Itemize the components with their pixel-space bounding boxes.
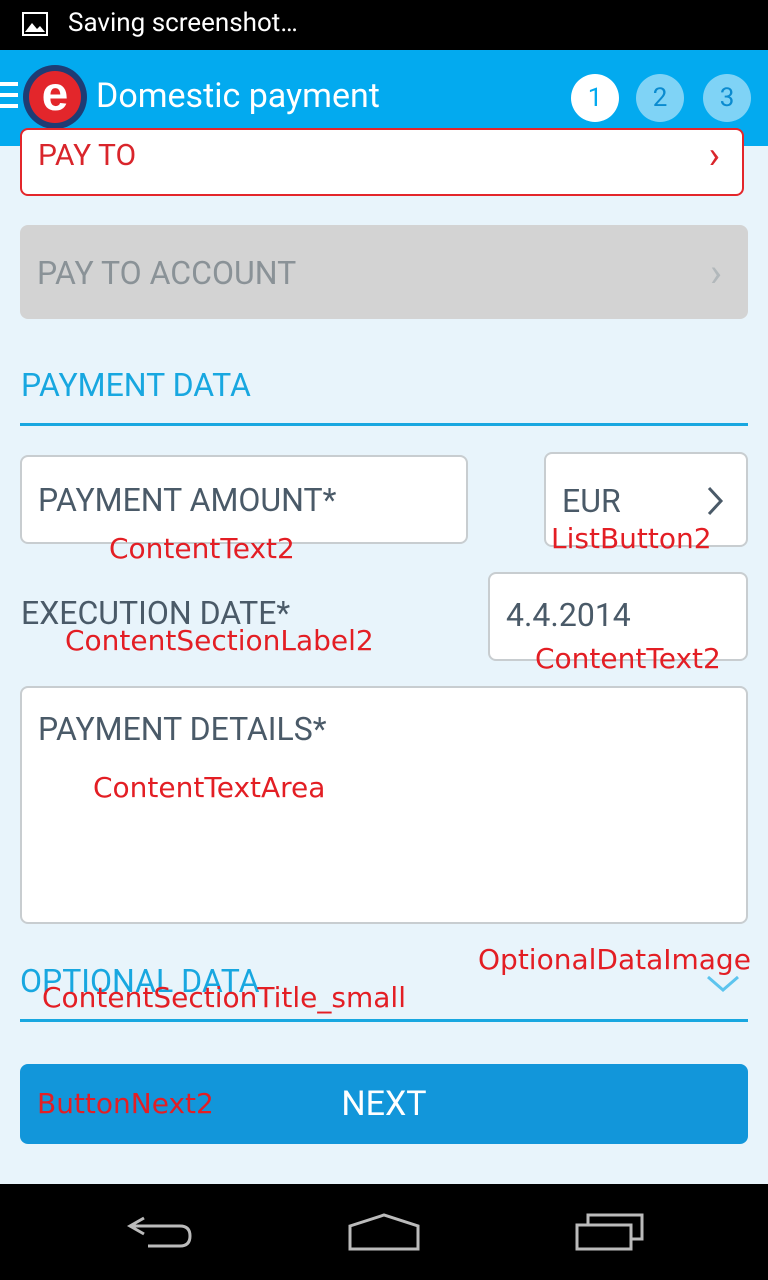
step-indicator-3: 3 (703, 74, 751, 122)
chevron-down-icon[interactable] (706, 974, 740, 994)
pay-to-account-label: PAY TO ACCOUNT (37, 254, 297, 292)
navigation-bar (0, 1184, 768, 1280)
annotation-label: ContentTextArea (93, 771, 326, 804)
chevron-right-icon (707, 486, 724, 516)
chevron-right-icon: › (709, 249, 722, 296)
payment-amount-input[interactable]: PAYMENT AMOUNT* (20, 455, 468, 544)
status-text: Saving screenshot… (68, 8, 298, 38)
pay-to-label: PAY TO (38, 138, 137, 173)
pay-to-button[interactable]: PAY TO › (20, 128, 744, 196)
back-icon[interactable] (126, 1212, 194, 1252)
section-divider (20, 423, 748, 426)
pay-to-account-button[interactable]: PAY TO ACCOUNT › (20, 225, 748, 319)
payment-data-title: PAYMENT DATA (21, 366, 251, 404)
app-logo[interactable]: e (23, 65, 87, 129)
currency-value: EUR (562, 482, 621, 520)
annotation-label: ContentSectionLabel2 (65, 624, 374, 657)
page-title: Domestic payment (96, 76, 380, 116)
section-divider (20, 1019, 748, 1022)
payment-details-placeholder: PAYMENT DETAILS* (38, 710, 327, 748)
payment-amount-placeholder: PAYMENT AMOUNT* (38, 481, 337, 519)
annotation-label: ContentText2 (109, 532, 295, 565)
annotation-label: ContentSectionTitle_small (42, 981, 406, 1014)
step-indicator-1: 1 (571, 74, 619, 122)
execution-date-value: 4.4.2014 (506, 596, 631, 634)
annotation-label: ContentText2 (535, 642, 721, 675)
annotation-label: ListButton2 (551, 522, 712, 555)
payment-details-textarea[interactable]: PAYMENT DETAILS* (20, 686, 748, 924)
image-icon (22, 12, 48, 36)
menu-icon[interactable] (0, 82, 22, 114)
annotation-label: OptionalDataImage (478, 943, 751, 976)
home-icon[interactable] (346, 1212, 422, 1252)
step-indicator-2: 2 (636, 74, 684, 122)
chevron-right-icon: › (708, 134, 720, 178)
annotation-label: ButtonNext2 (37, 1087, 214, 1120)
status-bar: Saving screenshot… (0, 0, 768, 50)
recents-icon[interactable] (574, 1212, 646, 1252)
